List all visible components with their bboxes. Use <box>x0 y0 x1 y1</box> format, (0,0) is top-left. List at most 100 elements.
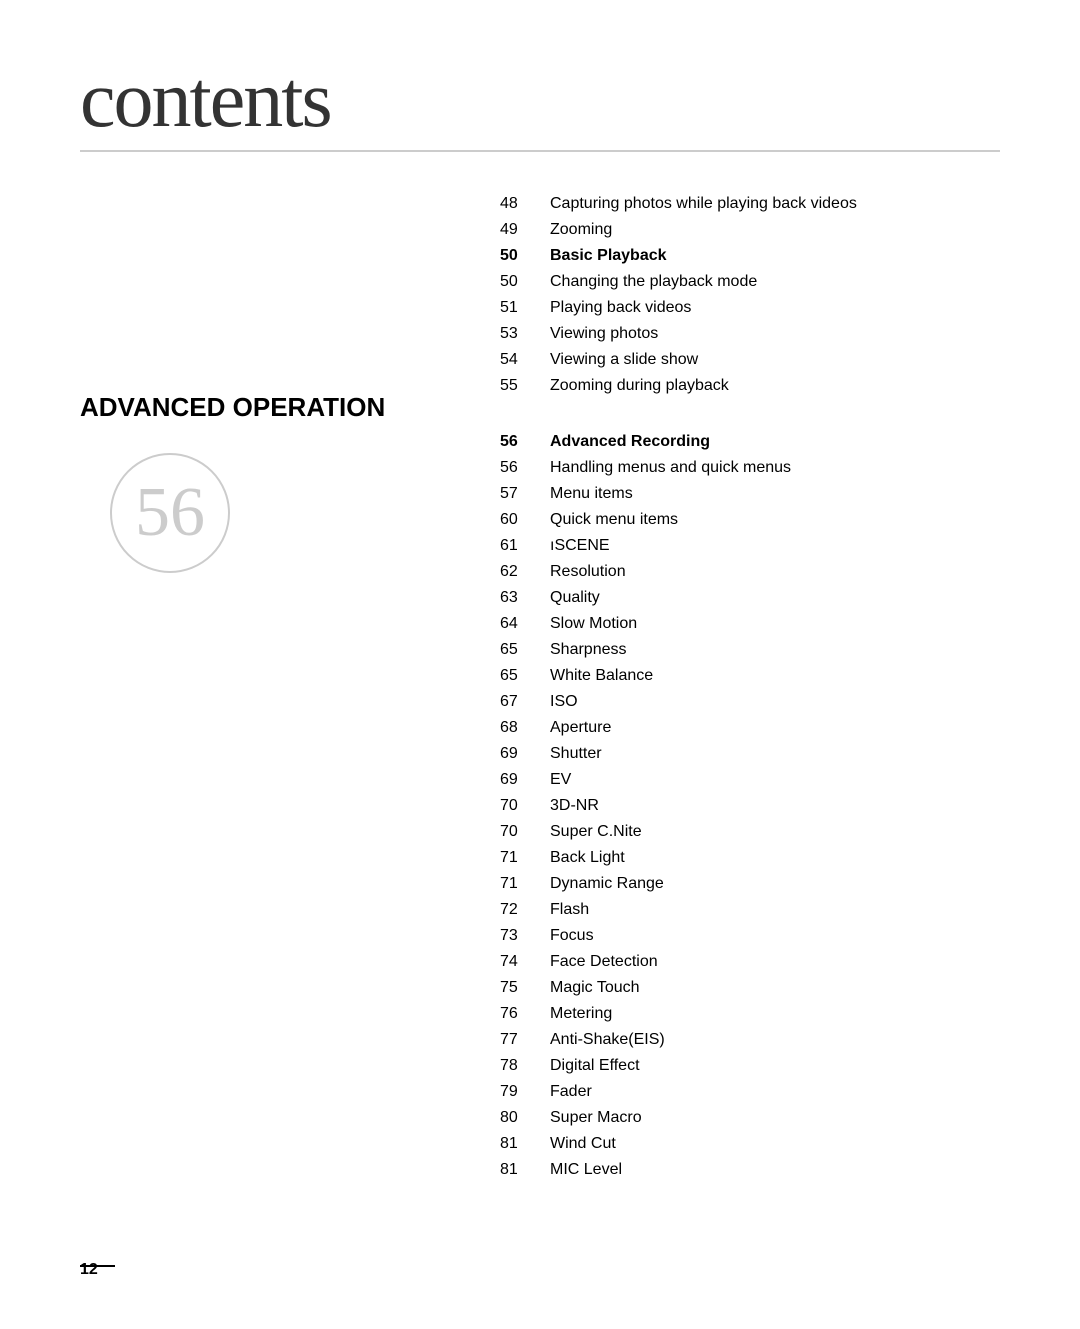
toc-label: ISO <box>550 690 1000 714</box>
toc-entry-81a: 81 Wind Cut <box>500 1132 1000 1156</box>
toc-page: 73 <box>500 924 550 948</box>
toc-page: 72 <box>500 898 550 922</box>
toc-entry-54: 54 Viewing a slide show <box>500 348 1000 372</box>
toc-label: Wind Cut <box>550 1132 1000 1156</box>
toc-label: Shutter <box>550 742 1000 766</box>
toc-page: 50 <box>500 244 550 268</box>
toc-label: Quick menu items <box>550 508 1000 532</box>
toc-entry-55: 55 Zooming during playback <box>500 374 1000 398</box>
toc-page: 68 <box>500 716 550 740</box>
page-number-circle: 56 <box>110 453 230 573</box>
toc-label: Digital Effect <box>550 1054 1000 1078</box>
page-title: contents <box>80 60 1000 140</box>
toc-entry-72: 72 Flash <box>500 898 1000 922</box>
toc-page: 55 <box>500 374 550 398</box>
toc-page: 65 <box>500 664 550 688</box>
toc-page: 69 <box>500 742 550 766</box>
toc-label: Flash <box>550 898 1000 922</box>
toc-entry-68: 68 Aperture <box>500 716 1000 740</box>
toc-entry-62: 62 Resolution <box>500 560 1000 584</box>
toc-label: Super C.Nite <box>550 820 1000 844</box>
toc-label: Menu items <box>550 482 1000 506</box>
advanced-operation-section: ADVANCED OPERATION 56 <box>80 392 460 573</box>
toc-page: 49 <box>500 218 550 242</box>
toc-entry-51: 51 Playing back videos <box>500 296 1000 320</box>
toc-entry-57: 57 Menu items <box>500 482 1000 506</box>
toc-page: 71 <box>500 872 550 896</box>
right-column: 48 Capturing photos while playing back v… <box>460 192 1000 1184</box>
toc-entry-76: 76 Metering <box>500 1002 1000 1026</box>
toc-entry-53: 53 Viewing photos <box>500 322 1000 346</box>
toc-label: Advanced Recording <box>550 430 1000 454</box>
toc-page: 67 <box>500 690 550 714</box>
toc-entry-64: 64 Slow Motion <box>500 612 1000 636</box>
toc-entry-63: 63 Quality <box>500 586 1000 610</box>
toc-page: 65 <box>500 638 550 662</box>
toc-label: Viewing a slide show <box>550 348 1000 372</box>
left-column: ADVANCED OPERATION 56 <box>80 192 460 1184</box>
toc-entry-77: 77 Anti-Shake(EIS) <box>500 1028 1000 1052</box>
toc-label: 3D-NR <box>550 794 1000 818</box>
advanced-operation-title: ADVANCED OPERATION <box>80 392 460 423</box>
toc-entry-71a: 71 Back Light <box>500 846 1000 870</box>
toc-label: Zooming during playback <box>550 374 1000 398</box>
toc-entry-50-header: 50 Basic Playback <box>500 244 1000 268</box>
advanced-toc-group: 56 Handling menus and quick menus 57 Men… <box>500 456 1000 1182</box>
toc-entry-67: 67 ISO <box>500 690 1000 714</box>
toc-label: Changing the playback mode <box>550 270 1000 294</box>
toc-page: 79 <box>500 1080 550 1104</box>
toc-page: 76 <box>500 1002 550 1026</box>
toc-label: Slow Motion <box>550 612 1000 636</box>
toc-label: Back Light <box>550 846 1000 870</box>
toc-page: 57 <box>500 482 550 506</box>
toc-label: ıSCENE <box>550 534 1000 558</box>
toc-entry-65b: 65 White Balance <box>500 664 1000 688</box>
toc-page: 50 <box>500 270 550 294</box>
toc-page: 54 <box>500 348 550 372</box>
toc-label: Anti-Shake(EIS) <box>550 1028 1000 1052</box>
toc-entry-73: 73 Focus <box>500 924 1000 948</box>
toc-entry-78: 78 Digital Effect <box>500 1054 1000 1078</box>
toc-page: 81 <box>500 1158 550 1182</box>
toc-page: 69 <box>500 768 550 792</box>
toc-page: 75 <box>500 976 550 1000</box>
toc-page: 80 <box>500 1106 550 1130</box>
toc-label: White Balance <box>550 664 1000 688</box>
toc-page: 63 <box>500 586 550 610</box>
toc-page: 56 <box>500 430 550 454</box>
toc-label: EV <box>550 768 1000 792</box>
toc-label: Resolution <box>550 560 1000 584</box>
toc-label: Magic Touch <box>550 976 1000 1000</box>
toc-label: Zooming <box>550 218 1000 242</box>
toc-page: 77 <box>500 1028 550 1052</box>
toc-entry-80: 80 Super Macro <box>500 1106 1000 1130</box>
toc-entry-65a: 65 Sharpness <box>500 638 1000 662</box>
toc-page: 70 <box>500 794 550 818</box>
toc-page: 53 <box>500 322 550 346</box>
toc-label: Sharpness <box>550 638 1000 662</box>
toc-page: 81 <box>500 1132 550 1156</box>
toc-entry-56-header: 56 Advanced Recording <box>500 430 1000 454</box>
toc-entry-61: 61 ıSCENE <box>500 534 1000 558</box>
toc-entry-71b: 71 Dynamic Range <box>500 872 1000 896</box>
toc-label: Metering <box>550 1002 1000 1026</box>
toc-entry-79: 79 Fader <box>500 1080 1000 1104</box>
toc-page: 78 <box>500 1054 550 1078</box>
toc-label: MIC Level <box>550 1158 1000 1182</box>
toc-label: Focus <box>550 924 1000 948</box>
toc-label: Viewing photos <box>550 322 1000 346</box>
toc-label: Aperture <box>550 716 1000 740</box>
toc-entry-49: 49 Zooming <box>500 218 1000 242</box>
toc-page: 51 <box>500 296 550 320</box>
toc-page: 64 <box>500 612 550 636</box>
toc-label: Basic Playback <box>550 244 1000 268</box>
toc-page: 71 <box>500 846 550 870</box>
toc-entry-56: 56 Handling menus and quick menus <box>500 456 1000 480</box>
toc-label: Dynamic Range <box>550 872 1000 896</box>
toc-label: Quality <box>550 586 1000 610</box>
toc-label: Super Macro <box>550 1106 1000 1130</box>
upper-toc-group: 48 Capturing photos while playing back v… <box>500 192 1000 398</box>
toc-entry-50: 50 Changing the playback mode <box>500 270 1000 294</box>
toc-entry-75: 75 Magic Touch <box>500 976 1000 1000</box>
toc-page: 61 <box>500 534 550 558</box>
